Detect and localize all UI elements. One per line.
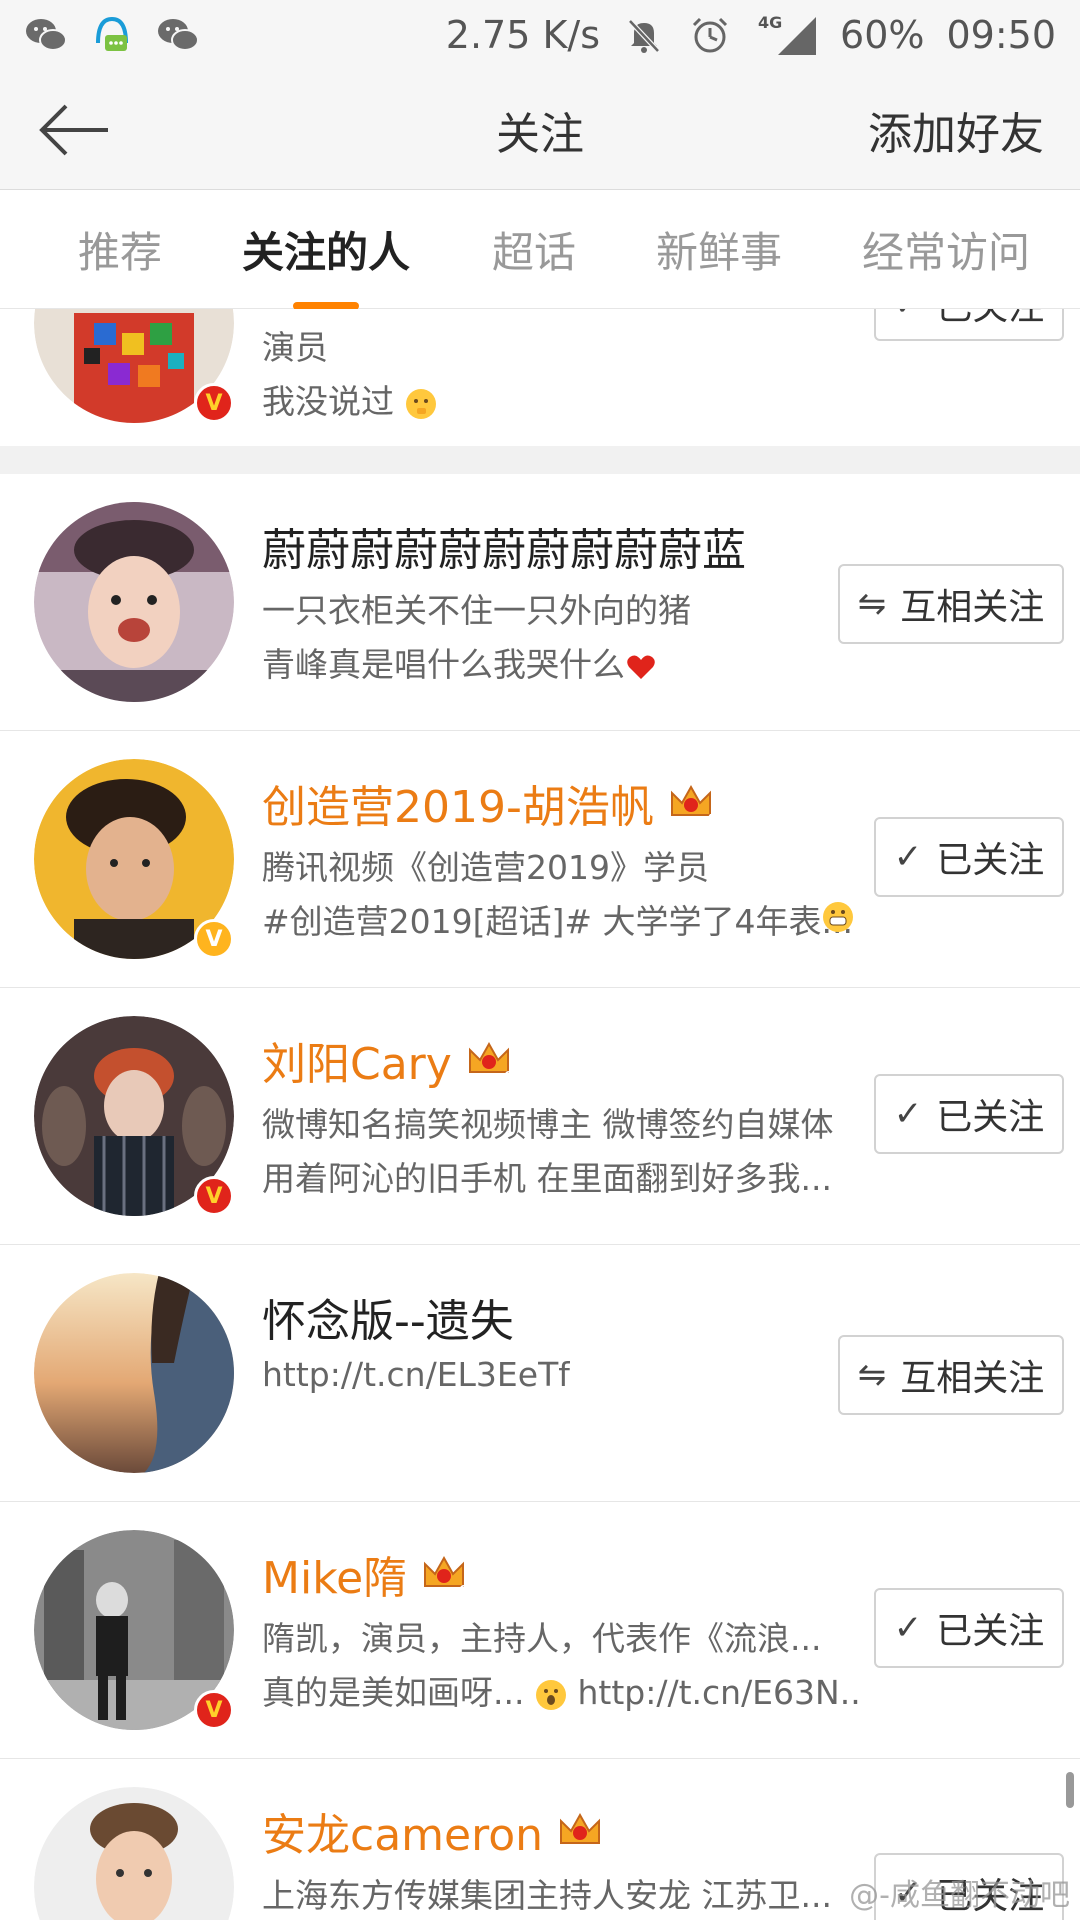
nav-bar: 关注 添加好友 — [0, 70, 1080, 190]
heart-emoji-icon — [627, 655, 655, 679]
vip-crown-icon: 6 — [424, 1555, 467, 1596]
user-description: 微博知名搞笑视频博主 微博签约自媒体 — [262, 1105, 834, 1144]
wechat-icon — [26, 19, 67, 51]
signal-icon: 4G — [754, 13, 818, 57]
verified-badge-icon: V — [194, 1690, 234, 1730]
mutual-follow-button[interactable]: ⇋ 互相关注 — [838, 564, 1064, 644]
network-speed: 2.75 K/s — [445, 13, 601, 57]
avatar[interactable] — [34, 1273, 234, 1473]
user-name[interactable]: 安龙cameron — [262, 1799, 603, 1863]
following-list: V 演员 我没说过 ✓ 已关注 — [0, 309, 1080, 1920]
screen: 2.75 K/s 4G 60% 09:50 关注 添加好友 推荐 关注的人 超话… — [0, 0, 1080, 1920]
check-icon: ✓ — [894, 309, 923, 324]
tab-super-topic[interactable]: 超话 — [492, 219, 576, 280]
list-item[interactable]: V 刘阳Cary 6 微博知名搞笑视频博主 微博签约自媒体 用着阿沁的旧手机 在… — [0, 988, 1080, 1245]
vip-crown-icon — [560, 1812, 601, 1844]
user-name[interactable]: Mike隋 6 — [262, 1542, 467, 1606]
scream-emoji-icon — [535, 1679, 566, 1710]
avatar[interactable]: V — [34, 759, 234, 959]
check-icon: ✓ — [893, 837, 923, 877]
verified-badge-icon: V — [194, 919, 234, 959]
user-link[interactable]: http://t.cn/EL3EeTf — [262, 1355, 570, 1394]
list-item[interactable]: V 创造营2019-胡浩帆 4 腾讯视频《创造营2019》学员 #创造营2019… — [0, 731, 1080, 988]
list-item[interactable]: 蔚蔚蔚蔚蔚蔚蔚蔚蔚蔚蓝 一只衣柜关不住一只外向的猪 青峰真是唱什么我哭什么 ⇋ … — [0, 474, 1080, 731]
followed-button[interactable]: ✓ 已关注 — [874, 1074, 1064, 1154]
user-name[interactable]: 刘阳Cary 6 — [262, 1028, 512, 1092]
user-description: 隋凯，演员，主持人，代表作《流浪... — [262, 1619, 822, 1658]
user-status: 青峰真是唱什么我哭什么 — [262, 638, 657, 686]
user-name[interactable]: 怀念版--遗失 — [262, 1285, 514, 1349]
tab-news[interactable]: 新鲜事 — [656, 219, 782, 280]
tab-bar: 推荐 关注的人 超话 新鲜事 经常访问 — [0, 191, 1080, 309]
vip-level: 4 — [706, 812, 714, 825]
vip-level: 6 — [459, 1583, 467, 1596]
tab-following[interactable]: 关注的人 — [242, 219, 410, 280]
avatar[interactable] — [34, 1787, 234, 1920]
user-description: 演员 — [262, 328, 328, 367]
user-description: 腾讯视频《创造营2019》学员 — [262, 848, 709, 887]
vip-crown-icon: 4 — [670, 784, 714, 825]
back-arrow-icon[interactable] — [36, 100, 112, 160]
status-left-icons — [24, 13, 200, 57]
check-icon: ✓ — [893, 1094, 923, 1134]
user-status: #创造营2019[超话]# 大学学了4年表... — [262, 902, 852, 941]
qq-icon — [96, 16, 128, 51]
wechat-icon — [158, 19, 199, 51]
user-status: 我没说过 — [262, 375, 437, 423]
list-item[interactable]: V 演员 我没说过 ✓ 已关注 — [0, 309, 1080, 455]
vip-level: 6 — [504, 1069, 512, 1082]
mutual-arrows-icon: ⇋ — [857, 1355, 887, 1395]
avatar[interactable]: V — [34, 1016, 234, 1216]
watermark: @-咸鱼翻不动吧 — [849, 1878, 1070, 1913]
mutual-arrows-icon: ⇋ — [857, 584, 887, 624]
battery-level: 60% — [840, 13, 925, 57]
user-description: 上海东方传媒集团主持人安龙 江苏卫... — [262, 1876, 832, 1915]
tab-frequent[interactable]: 经常访问 — [862, 219, 1030, 280]
section-divider — [0, 446, 1080, 474]
user-status: 真的是美如画呀... http://t.cn/E63N... — [262, 1673, 862, 1712]
avatar[interactable]: V — [34, 1530, 234, 1730]
user-name[interactable]: 蔚蔚蔚蔚蔚蔚蔚蔚蔚蔚蓝 — [262, 514, 746, 578]
shush-emoji-icon — [405, 388, 436, 419]
avatar[interactable] — [34, 502, 234, 702]
followed-button[interactable]: ✓ 已关注 — [874, 1588, 1064, 1668]
verified-badge-icon: V — [194, 383, 234, 423]
check-icon: ✓ — [893, 1608, 923, 1648]
followed-button[interactable]: ✓ 已关注 — [874, 309, 1064, 341]
scrollbar[interactable] — [1066, 1772, 1074, 1808]
avatar[interactable]: V — [34, 309, 234, 423]
verified-badge-icon: V — [194, 1176, 234, 1216]
followed-button[interactable]: ✓ 已关注 — [874, 817, 1064, 897]
list-item[interactable]: V Mike隋 6 隋凯，演员，主持人，代表作《流浪... 真的是美如画呀...… — [0, 1502, 1080, 1759]
grin-emoji-icon — [823, 902, 853, 932]
user-status: 用着阿沁的旧手机 在里面翻到好多我... — [262, 1159, 832, 1198]
alarm-icon — [692, 17, 728, 53]
list-item[interactable]: 怀念版--遗失 http://t.cn/EL3EeTf ⇋ 互相关注 — [0, 1245, 1080, 1502]
tab-recommend[interactable]: 推荐 — [78, 219, 162, 280]
mutual-follow-button[interactable]: ⇋ 互相关注 — [838, 1335, 1064, 1415]
user-name[interactable]: 创造营2019-胡浩帆 4 — [262, 771, 714, 835]
status-right: 2.75 K/s 4G 60% 09:50 — [446, 13, 1056, 57]
user-description: 一只衣柜关不住一只外向的猪 — [262, 591, 691, 630]
clock: 09:50 — [946, 13, 1056, 57]
add-friend-button[interactable]: 添加好友 — [868, 98, 1044, 162]
vip-crown-icon: 6 — [468, 1041, 512, 1082]
mute-bell-icon — [628, 19, 660, 53]
status-bar: 2.75 K/s 4G 60% 09:50 — [0, 0, 1080, 70]
